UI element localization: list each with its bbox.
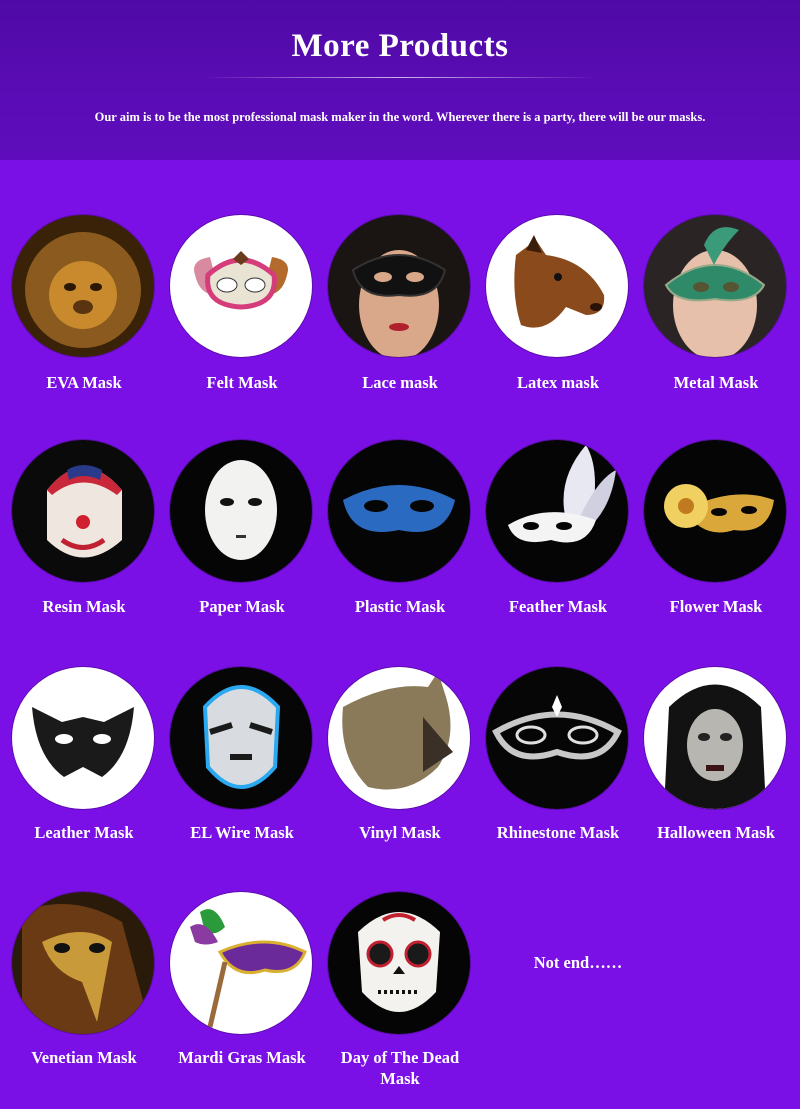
ghost-girl-mask-icon bbox=[644, 667, 786, 809]
felt-puppy-mask-icon bbox=[170, 215, 312, 357]
title-divider bbox=[200, 77, 600, 78]
wolf-head-mask-icon bbox=[328, 667, 470, 809]
product-label: Day of The Dead Mask bbox=[340, 1048, 460, 1088]
product-label: Latex mask bbox=[516, 373, 600, 392]
feather-mask-icon bbox=[486, 440, 628, 582]
product-label: EVA Mask bbox=[46, 373, 122, 392]
product-label: Paper Mask bbox=[199, 597, 285, 616]
product-label: Plastic Mask bbox=[354, 597, 446, 616]
gold-flower-mask-icon bbox=[644, 440, 786, 582]
product-label: Mardi Gras Mask bbox=[178, 1048, 306, 1067]
product-label: Lace mask bbox=[362, 373, 438, 392]
lion-mask-icon bbox=[12, 215, 154, 357]
product-label: Halloween Mask bbox=[657, 823, 775, 842]
product-label: Rhinestone Mask bbox=[496, 823, 620, 842]
el-wire-mask-icon bbox=[170, 667, 312, 809]
black-cat-mask-icon bbox=[12, 667, 154, 809]
product-label: Resin Mask bbox=[42, 597, 126, 616]
product-label: Vinyl Mask bbox=[359, 823, 441, 842]
plague-doctor-mask-icon bbox=[12, 892, 154, 1034]
product-label: Feather Mask bbox=[508, 597, 608, 616]
mardi-gras-stick-mask-icon bbox=[170, 892, 312, 1034]
product-label: Felt Mask bbox=[206, 373, 278, 392]
blue-half-mask-icon bbox=[328, 440, 470, 582]
product-label: Venetian Mask bbox=[31, 1048, 137, 1067]
product-label: Metal Mask bbox=[673, 373, 759, 392]
flag-clown-mask-icon bbox=[12, 440, 154, 582]
page-subtitle: Our aim is to be the most professional m… bbox=[94, 110, 706, 124]
rhinestone-mask-icon bbox=[486, 667, 628, 809]
product-label: EL Wire Mask bbox=[190, 823, 294, 842]
header-banner: More Products Our aim is to be the most … bbox=[0, 0, 800, 160]
not-end-note: Not end…… bbox=[533, 953, 623, 972]
product-label: Leather Mask bbox=[34, 823, 134, 842]
lace-mask-icon bbox=[328, 215, 470, 357]
product-label: Flower Mask bbox=[669, 597, 763, 616]
white-full-face-mask-icon bbox=[170, 440, 312, 582]
horse-head-mask-icon bbox=[486, 215, 628, 357]
metal-filigree-mask-icon bbox=[644, 215, 786, 357]
page-title: More Products bbox=[291, 28, 509, 64]
sugar-skull-mask-icon bbox=[328, 892, 470, 1034]
